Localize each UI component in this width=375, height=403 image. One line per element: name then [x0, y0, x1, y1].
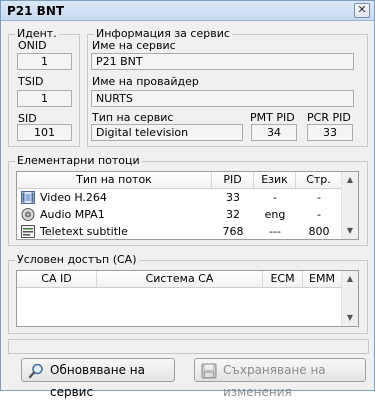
- service-window: P21 BNT ✕ Идент. ONID 1 TSID 1 SID 101 И…: [0, 0, 375, 399]
- ca-group: Условен достъп (CA) CA ID Система CA ECM…: [8, 253, 368, 334]
- service-name-field: P21 BNT: [91, 53, 354, 70]
- tsid-label: TSID: [18, 75, 44, 88]
- stream-pid: 32: [226, 208, 240, 221]
- ca-scrollbar[interactable]: ▲ ▼: [341, 271, 358, 326]
- ca-header: CA ID Система CA ECM EMM: [17, 271, 342, 288]
- stream-type: Teletext subtitle: [40, 225, 128, 238]
- onid-field: 1: [17, 53, 72, 70]
- stream-language: ---: [269, 225, 281, 238]
- refresh-service-label: Обновяване на сервис: [50, 363, 145, 399]
- window-title: P21 BNT: [7, 4, 65, 18]
- scroll-up-icon[interactable]: ▲: [342, 271, 358, 287]
- ident-group: Идент. ONID 1 TSID 1 SID 101: [8, 27, 80, 147]
- pcr-pid-field: 33: [307, 124, 353, 141]
- close-icon: ✕: [357, 3, 367, 16]
- onid-label: ONID: [18, 39, 47, 52]
- save-changes-label: Съхраняване на изменения: [223, 363, 326, 399]
- streams-legend: Елементарни потоци: [15, 154, 142, 167]
- table-row[interactable]: Audio MPA1 32 eng -: [17, 206, 342, 223]
- audio-icon: [21, 208, 35, 221]
- status-bar: [8, 339, 369, 354]
- stream-pages: 800: [308, 225, 330, 238]
- pmt-pid-label: PMT PID: [250, 111, 295, 124]
- provider-name-label: Име на провайдер: [92, 75, 199, 88]
- streams-scrollbar[interactable]: ▲ ▼: [341, 172, 358, 239]
- stream-language: -: [273, 191, 277, 204]
- col-language[interactable]: Език: [254, 172, 296, 188]
- tsid-field: 1: [17, 90, 72, 107]
- provider-name-field: NURTS: [91, 90, 354, 107]
- ca-legend: Условен достъп (CA): [15, 253, 139, 266]
- pmt-pid-field: 34: [251, 124, 297, 141]
- scroll-up-icon[interactable]: ▲: [342, 172, 358, 188]
- close-button[interactable]: ✕: [354, 3, 370, 18]
- service-type-field: Digital television: [91, 124, 243, 141]
- col-stream-type[interactable]: Тип на поток: [17, 172, 212, 188]
- service-info-group: Информация за сервис Име на сервис P21 B…: [87, 27, 368, 147]
- sid-field: 101: [17, 124, 72, 141]
- stream-language: eng: [264, 208, 286, 221]
- pcr-pid-label: PCR PID: [307, 111, 351, 124]
- stream-pages: -: [317, 191, 321, 204]
- refresh-service-button[interactable]: Обновяване на сервис: [21, 358, 175, 399]
- service-type-label: Тип на сервис: [92, 111, 174, 124]
- streams-header: Тип на поток PID Език Стр.: [17, 172, 342, 189]
- col-ca-id[interactable]: CA ID: [17, 271, 97, 287]
- ca-table[interactable]: CA ID Система CA ECM EMM ▲ ▼: [16, 270, 359, 327]
- magnifier-icon: [28, 363, 43, 379]
- stream-pid: 768: [222, 225, 244, 238]
- table-row[interactable]: Video H.264 33 - -: [17, 189, 342, 206]
- stream-pages: -: [317, 208, 321, 221]
- streams-table[interactable]: Тип на поток PID Език Стр. Video H.264 3…: [16, 171, 359, 240]
- scroll-down-icon[interactable]: ▼: [342, 310, 358, 326]
- stream-type: Audio MPA1: [40, 208, 105, 221]
- streams-group: Елементарни потоци Тип на поток PID Език…: [8, 154, 368, 246]
- col-ca-system[interactable]: Система CA: [97, 271, 263, 287]
- service-name-label: Име на сервис: [92, 39, 176, 52]
- col-ecm[interactable]: ECM: [263, 271, 303, 287]
- col-pid[interactable]: PID: [212, 172, 254, 188]
- scroll-down-icon[interactable]: ▼: [342, 223, 358, 239]
- stream-type: Video H.264: [40, 191, 107, 204]
- col-emm[interactable]: EMM: [303, 271, 342, 287]
- floppy-disk-icon: [201, 363, 217, 379]
- title-bar[interactable]: P21 BNT ✕: [1, 1, 374, 21]
- col-pages[interactable]: Стр.: [296, 172, 342, 188]
- stream-pid: 33: [226, 191, 240, 204]
- save-changes-button[interactable]: Съхраняване на изменения: [194, 358, 366, 399]
- table-row[interactable]: Teletext subtitle 768 --- 800: [17, 223, 342, 240]
- video-icon: [21, 191, 35, 204]
- teletext-icon: [21, 225, 35, 238]
